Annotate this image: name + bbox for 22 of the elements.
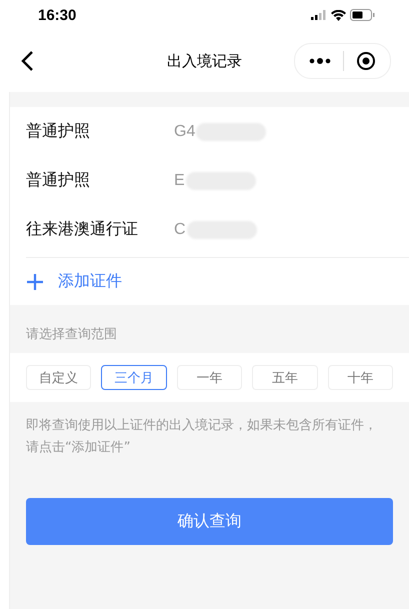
range-tab[interactable]: 自定义	[26, 365, 92, 390]
page-title: 出入境记录	[167, 52, 242, 70]
add-document-button[interactable]: 添加证件	[26, 258, 122, 305]
back-button[interactable]	[20, 50, 34, 72]
plus-icon	[26, 272, 44, 290]
section-label: 请选择查询范围	[25, 326, 118, 344]
range-tab[interactable]: 五年	[252, 365, 318, 390]
confirm-button[interactable]: 确认查询	[26, 498, 393, 545]
notice-text: 即将查询使用以上证件的出入境记录，如果未包含所有证件，请点击“添加证件”	[25, 417, 378, 457]
document-number: G4	[174, 122, 196, 140]
wifi-icon	[331, 10, 346, 20]
signal-icon	[311, 10, 327, 20]
range-tab[interactable]: 一年	[176, 365, 242, 390]
document-type: 往来港澳通行证	[26, 219, 139, 240]
document-number: C	[174, 220, 186, 238]
status-time: 16:30	[38, 6, 76, 24]
document-number: E	[174, 172, 185, 190]
range-tab[interactable]: 十年	[328, 365, 394, 390]
document-type: 普通护照	[26, 121, 91, 142]
range-tab[interactable]: 三个月	[101, 365, 167, 390]
document-type: 普通护照	[26, 170, 91, 191]
battery-icon	[350, 9, 375, 21]
